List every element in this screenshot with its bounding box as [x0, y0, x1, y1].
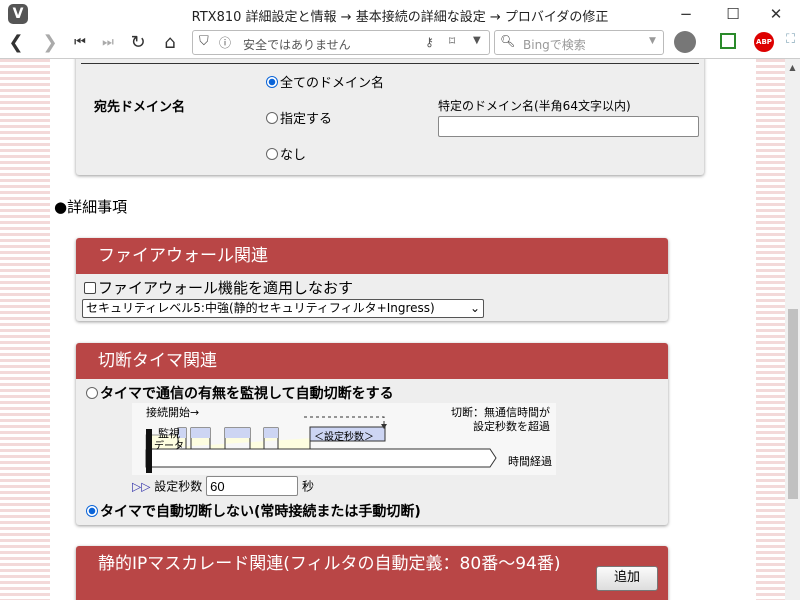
- seconds-input[interactable]: [206, 476, 299, 496]
- diagram-setsec-label: ＜設定秒数＞: [314, 432, 374, 443]
- page-background: [756, 59, 785, 600]
- timer-option-none[interactable]: タイマで自動切断しない(常時接続または手動切断): [86, 501, 421, 521]
- timer-option-monitor[interactable]: タイマで通信の有無を監視して自動切断をする: [86, 383, 394, 403]
- close-button[interactable]: ✕: [756, 2, 796, 26]
- masquerade-panel: 静的IPマスカレード関連(フィルタの自動定義：80番〜94番) 追加: [76, 546, 668, 600]
- seconds-row: ▷▷ 設定秒数 秒: [132, 476, 314, 496]
- diagram-elapsed-label: 時間経過: [508, 455, 552, 468]
- shield-icon: ⛉: [199, 34, 209, 49]
- firewall-reapply-checkbox[interactable]: ファイアウォール機能を適用しなおす: [84, 277, 353, 298]
- domain-section: 宛先ドメイン名 全てのドメイン名 指定する なし 特定のドメイン名(半角64文字…: [76, 59, 704, 175]
- page-content: 宛先ドメイン名 全てのドメイン名 指定する なし 特定のドメイン名(半角64文字…: [50, 59, 756, 600]
- diagram-start-label: 接続開始→: [146, 406, 200, 419]
- radio-icon[interactable]: [266, 148, 278, 160]
- key-icon[interactable]: ⚷: [425, 35, 434, 49]
- search-input[interactable]: Bingで検索: [523, 36, 586, 53]
- info-icon[interactable]: ⓘ: [219, 34, 231, 51]
- timer-panel: 切断タイマ関連 タイマで通信の有無を監視して自動切断をする 接続開始→ 監視 デ…: [76, 343, 668, 525]
- specific-domain-label: 特定のドメイン名(半角64文字以内): [438, 99, 631, 113]
- firewall-title: ファイアウォール関連: [76, 238, 668, 274]
- search-box[interactable]: 🔍︎ Bingで検索 ▼: [494, 30, 664, 55]
- rewind-icon[interactable]: ⏮: [68, 35, 92, 50]
- capture-icon[interactable]: [720, 33, 736, 49]
- specific-domain-input[interactable]: [438, 116, 699, 137]
- radio-icon[interactable]: [86, 387, 98, 399]
- masquerade-title: 静的IPマスカレード関連(フィルタの自動定義：80番〜94番): [76, 546, 668, 600]
- address-bar[interactable]: ⛉ ⓘ 安全ではありません ⚷ ⌑ ▼: [192, 30, 490, 55]
- seconds-label: 設定秒数: [154, 479, 203, 494]
- profile-avatar[interactable]: [674, 31, 696, 53]
- radio-icon[interactable]: [266, 76, 278, 88]
- add-button[interactable]: 追加: [596, 566, 658, 591]
- chevron-down-icon: ⌄: [469, 301, 480, 315]
- scrollbar[interactable]: ▲: [785, 59, 800, 600]
- bookmark-icon[interactable]: ⌑: [449, 34, 455, 48]
- home-icon[interactable]: ⌂: [158, 32, 182, 53]
- scrollbar-thumb[interactable]: [788, 309, 798, 499]
- domain-option-specify[interactable]: 指定する: [266, 108, 332, 127]
- domain-label: 宛先ドメイン名: [94, 100, 186, 115]
- extension-icon[interactable]: ⛶: [786, 32, 795, 47]
- nav-bar: ❮ ❯ ⏮ ⏭ ↻ ⌂ ⛉ ⓘ 安全ではありません ⚷ ⌑ ▼ 🔍︎ Bingで…: [0, 28, 800, 59]
- domain-option-none[interactable]: なし: [266, 144, 306, 163]
- dropdown-icon[interactable]: ▼: [473, 35, 481, 46]
- title-bar: V RTX810 詳細設定と情報 → 基本接続の詳細な設定 → プロバイダの修正…: [0, 0, 800, 28]
- page-background: [0, 59, 50, 600]
- forward-icon[interactable]: ❯: [38, 32, 62, 53]
- url-text: 安全ではありません: [243, 38, 351, 52]
- seconds-unit: 秒: [301, 479, 314, 494]
- security-level-select[interactable]: セキュリティレベル5:中強(静的セキュリティフィルタ+Ingress) ⌄: [82, 299, 484, 318]
- minimize-button[interactable]: −: [666, 2, 706, 26]
- reload-icon[interactable]: ↻: [126, 32, 150, 53]
- search-dropdown-icon[interactable]: ▼: [649, 36, 656, 46]
- adblock-icon[interactable]: ABP: [754, 32, 774, 52]
- domain-option-all[interactable]: 全てのドメイン名: [266, 72, 384, 91]
- checkbox-icon[interactable]: [84, 282, 96, 294]
- timer-title: 切断タイマ関連: [76, 343, 668, 379]
- radio-icon[interactable]: [86, 505, 98, 517]
- fast-forward-icon[interactable]: ⏭: [96, 35, 120, 50]
- timer-diagram: 接続開始→ 監視 データ ＜設定秒数＞ 切断：無通信時間が 設定秒数を超過 時間…: [132, 403, 556, 475]
- search-icon: 🔍︎: [500, 34, 516, 48]
- maximize-button[interactable]: ☐: [713, 2, 753, 26]
- play-arrows-icon: ▷▷: [132, 479, 151, 494]
- firewall-panel: ファイアウォール関連 ファイアウォール機能を適用しなおす セキュリティレベル5:…: [76, 238, 668, 321]
- diagram-data-label: データ: [154, 441, 184, 452]
- diagram-cut-label-2: 設定秒数を超過: [473, 420, 550, 433]
- details-heading: ●詳細事項: [54, 198, 128, 216]
- radio-icon[interactable]: [266, 112, 278, 124]
- back-icon[interactable]: ❮: [4, 32, 28, 53]
- scroll-up-icon[interactable]: ▲: [785, 63, 800, 72]
